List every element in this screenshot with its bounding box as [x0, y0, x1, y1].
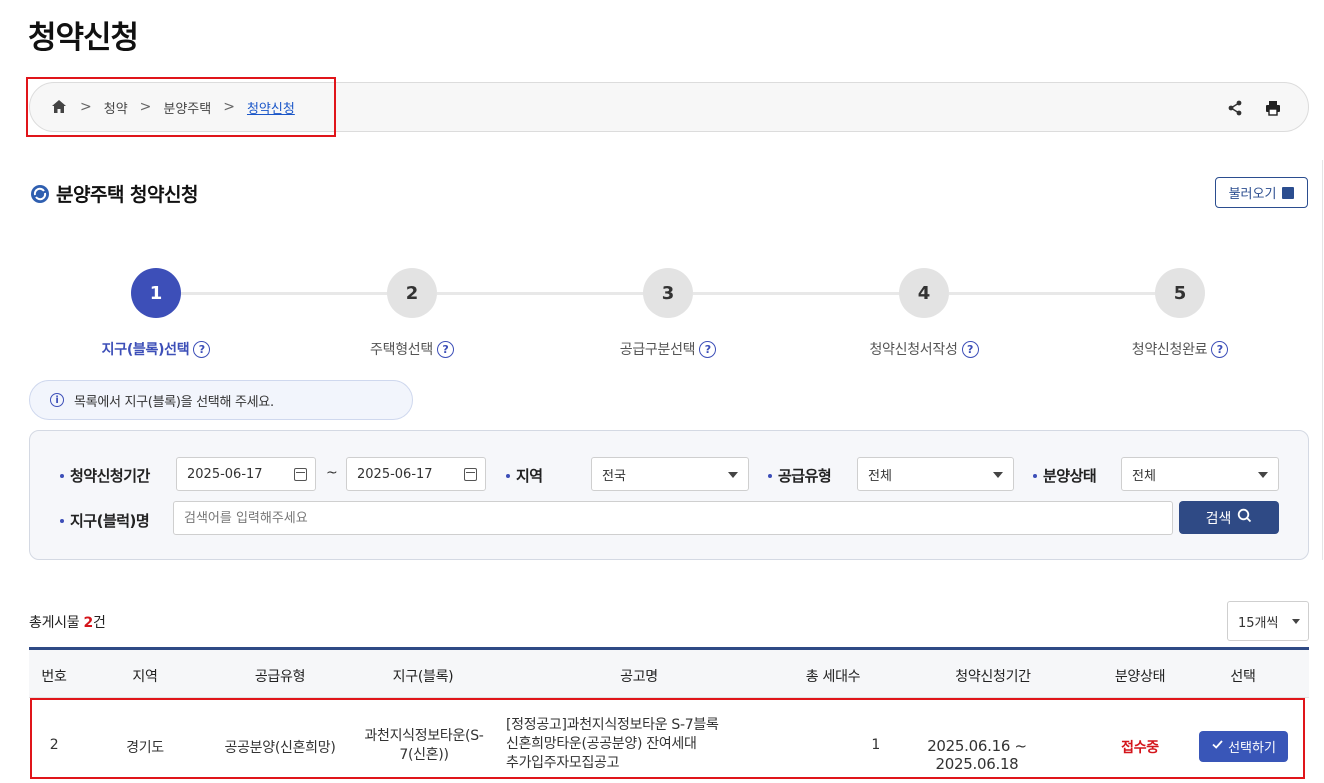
step-3-label: 공급구분선택 ?	[548, 339, 788, 359]
refresh-icon	[30, 184, 50, 204]
step-1-text: 지구(블록)선택	[101, 342, 190, 358]
info-icon: i	[50, 393, 64, 407]
step-4-label: 청약신청서작성 ?	[804, 339, 1044, 359]
calendar-icon[interactable]	[464, 468, 477, 481]
col-header-region: 지역	[132, 669, 158, 685]
total-count-value: 2	[83, 615, 93, 631]
help-icon[interactable]: ?	[961, 340, 979, 358]
status-label: 분양상태	[1033, 465, 1097, 486]
per-page-select[interactable]: 15개씩	[1227, 601, 1309, 641]
info-message: i 목록에서 지구(블록)을 선택해 주세요.	[29, 380, 413, 420]
step-connector	[437, 292, 645, 295]
col-header-no: 번호	[41, 669, 67, 685]
step-connector	[949, 292, 1157, 295]
date-range-separator: ~	[326, 465, 338, 481]
date-from-field[interactable]: 2025-06-17	[176, 457, 316, 491]
step-5-text: 청약신청완료	[1131, 342, 1208, 358]
step-3-text: 공급구분선택	[619, 342, 696, 358]
region-label: 지역	[506, 465, 543, 486]
search-icon	[1237, 508, 1252, 527]
section-title-text: 분양주택 청약신청	[56, 184, 198, 206]
help-icon[interactable]: ?	[699, 340, 717, 358]
period-label: 청약신청기간	[60, 465, 150, 486]
load-button[interactable]: 불러오기	[1215, 177, 1308, 208]
block-name-input[interactable]	[173, 501, 1173, 535]
section-title: 분양주택 청약신청	[30, 180, 198, 207]
date-to-field[interactable]: 2025-06-17	[346, 457, 486, 491]
col-header-supply-type: 공급유형	[254, 669, 306, 685]
chevron-down-icon	[1292, 619, 1300, 624]
col-header-status: 분양상태	[1114, 669, 1166, 685]
step-connector	[181, 292, 389, 295]
search-button[interactable]: 검색	[1179, 501, 1279, 534]
step-2-label: 주택형선택 ?	[292, 339, 532, 359]
step-2-circle: 2	[387, 268, 437, 318]
status-select[interactable]: 전체	[1121, 457, 1279, 491]
total-count: 총게시물 2건	[29, 615, 106, 631]
help-icon[interactable]: ?	[1211, 340, 1229, 358]
step-1-label: 지구(블록)선택 ?	[36, 339, 276, 359]
step-2-text: 주택형선택	[370, 342, 433, 358]
step-5-label: 청약신청완료 ?	[1060, 339, 1300, 359]
region-select[interactable]: 전국	[591, 457, 749, 491]
col-header-households: 총 세대수	[805, 669, 861, 685]
search-filter-panel: 청약신청기간 2025-06-17 ~ 2025-06-17 지역 전국 공급유…	[29, 430, 1309, 560]
col-header-notice: 공고명	[620, 669, 658, 685]
supply-type-select[interactable]: 전체	[857, 457, 1014, 491]
col-header-block: 지구(블록)	[392, 669, 454, 685]
col-header-select: 선택	[1230, 669, 1256, 685]
help-icon[interactable]: ?	[193, 340, 211, 358]
step-5-circle: 5	[1155, 268, 1205, 318]
step-4-text: 청약신청서작성	[869, 342, 958, 358]
table-header: 번호 지역 공급유형 지구(블록) 공고명 총 세대수 청약신청기간 분양상태 …	[29, 650, 1309, 698]
block-name-label: 지구(블럭)명	[60, 510, 150, 531]
chevron-down-icon	[1258, 472, 1268, 478]
bookmark-icon	[1282, 186, 1295, 199]
info-message-text: 목록에서 지구(블록)을 선택해 주세요.	[74, 394, 274, 410]
step-connector	[693, 292, 901, 295]
page-title: 청약신청	[28, 20, 139, 56]
step-4-circle: 4	[899, 268, 949, 318]
highlight-box-breadcrumb	[26, 77, 336, 137]
supply-type-label: 공급유형	[768, 465, 832, 486]
step-indicator: 1 2 3 4 5 지구(블록)선택 ? 주택형선택 ? 공급구분선택 ? 청약…	[0, 265, 1324, 365]
share-icon[interactable]	[1226, 99, 1244, 117]
col-header-period: 청약신청기간	[955, 669, 1031, 685]
step-1-circle: 1	[131, 268, 181, 318]
highlight-box-row	[30, 698, 1305, 779]
print-icon[interactable]	[1264, 99, 1282, 117]
load-button-label: 불러오기	[1228, 187, 1277, 202]
step-3-circle: 3	[643, 268, 693, 318]
calendar-icon[interactable]	[294, 468, 307, 481]
chevron-down-icon	[993, 472, 1003, 478]
help-icon[interactable]: ?	[436, 340, 454, 358]
chevron-down-icon	[728, 472, 738, 478]
